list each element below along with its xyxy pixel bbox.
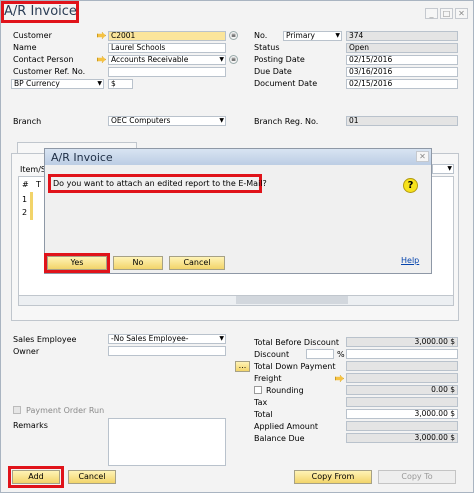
balance-due-label: Balance Due: [254, 434, 305, 443]
chevron-down-icon: ▼: [219, 117, 224, 124]
rounding-label: Rounding: [266, 386, 304, 395]
add-button[interactable]: Add: [12, 470, 60, 484]
cancel-button[interactable]: Cancel: [68, 470, 116, 484]
total-before-discount-field: 3,000.00 $: [346, 337, 458, 347]
status-field: Open: [346, 43, 458, 53]
grid-col-type: T: [36, 180, 41, 189]
copy-to-button[interactable]: Copy To: [378, 470, 456, 484]
total-before-discount-label: Total Before Discount: [254, 338, 340, 347]
tax-field: [346, 397, 458, 407]
name-field[interactable]: Laurel Schools: [108, 43, 226, 53]
discount-percent-field[interactable]: [306, 349, 334, 359]
payment-order-checkbox[interactable]: [13, 406, 21, 414]
help-link[interactable]: Help: [401, 256, 419, 265]
currency-type-value: BP Currency: [14, 79, 60, 88]
grid-row-number: 1: [22, 195, 28, 204]
sales-employee-label: Sales Employee: [13, 335, 77, 344]
total-down-payment-label: Total Down Payment: [254, 362, 336, 371]
currency-type-select[interactable]: BP Currency ▼: [11, 79, 104, 89]
owner-label: Owner: [13, 347, 40, 356]
scrollbar-thumb[interactable]: [236, 296, 348, 304]
branch-value: OEC Computers: [111, 116, 171, 125]
ref-field[interactable]: [108, 67, 226, 77]
dialog-cancel-button[interactable]: Cancel: [169, 256, 225, 270]
contact-label: Contact Person: [13, 55, 74, 64]
contact-browse-icon[interactable]: ≡: [229, 55, 238, 64]
chevron-down-icon: ▼: [219, 56, 224, 63]
applied-amount-field: [346, 421, 458, 431]
sales-employee-value: -No Sales Employee-: [111, 334, 189, 343]
discount-label: Discount: [254, 350, 290, 359]
customer-label: Customer: [13, 31, 52, 40]
yes-button[interactable]: Yes: [47, 256, 107, 270]
percent-sign: %: [337, 350, 345, 359]
dialog-title: A/R Invoice: [51, 151, 113, 164]
chevron-down-icon: ▼: [335, 32, 340, 39]
series-value: Primary: [286, 31, 315, 40]
browse-icon[interactable]: ≡: [229, 31, 238, 40]
chevron-down-icon: ▼: [447, 165, 452, 172]
question-icon: ?: [403, 178, 418, 193]
freight-label: Freight: [254, 374, 282, 383]
down-payment-ellipsis-button[interactable]: ...: [235, 361, 250, 372]
freight-field: [346, 373, 458, 383]
due-date-label: Due Date: [254, 67, 292, 76]
owner-field[interactable]: [108, 346, 226, 356]
chevron-down-icon: ▼: [219, 335, 224, 342]
rounding-field: 0.00 $: [346, 385, 458, 395]
contact-value: Accounts Receivable: [111, 55, 189, 64]
tax-label: Tax: [254, 398, 268, 407]
series-select[interactable]: Primary ▼: [283, 31, 342, 41]
copy-from-button[interactable]: Copy From: [294, 470, 372, 484]
remarks-label: Remarks: [13, 421, 48, 430]
due-date-field[interactable]: 03/16/2016: [346, 67, 458, 77]
row-marker: [30, 192, 33, 220]
sales-employee-select[interactable]: -No Sales Employee- ▼: [108, 334, 226, 344]
branch-reg-label: Branch Reg. No.: [254, 117, 319, 126]
branch-reg-field: 01: [346, 116, 458, 126]
no-label: No.: [254, 31, 268, 40]
applied-amount-label: Applied Amount: [254, 422, 319, 431]
remarks-textarea[interactable]: [108, 418, 226, 466]
minimize-icon[interactable]: _: [425, 8, 438, 19]
document-date-label: Document Date: [254, 79, 318, 88]
posting-date-label: Posting Date: [254, 55, 305, 64]
total-label: Total: [254, 410, 273, 419]
summary-type-select[interactable]: ▼: [432, 164, 454, 174]
dialog-message: Do you want to attach an edited report t…: [53, 179, 267, 188]
status-label: Status: [254, 43, 280, 52]
customer-field[interactable]: C2001: [108, 31, 226, 41]
branch-label: Branch: [13, 117, 42, 126]
close-icon[interactable]: ✕: [455, 8, 468, 19]
maximize-icon[interactable]: □: [440, 8, 453, 19]
posting-date-field[interactable]: 02/15/2016: [346, 55, 458, 65]
discount-amount-field[interactable]: [346, 349, 458, 359]
doc-number-field[interactable]: 374: [346, 31, 458, 41]
dialog-close-icon[interactable]: ✕: [416, 151, 429, 162]
no-button[interactable]: No: [113, 256, 163, 270]
chevron-down-icon: ▼: [97, 80, 102, 87]
total-field[interactable]: 3,000.00 $: [346, 409, 458, 419]
currency-field[interactable]: $: [108, 79, 133, 89]
balance-due-field: 3,000.00 $: [346, 433, 458, 443]
rounding-checkbox[interactable]: [254, 386, 262, 394]
document-date-field[interactable]: 02/15/2016: [346, 79, 458, 89]
payment-order-label: Payment Order Run: [26, 406, 105, 415]
ref-label: Customer Ref. No.: [13, 67, 86, 76]
window-title: A/R Invoice: [4, 4, 77, 19]
grid-col-hash: #: [22, 180, 29, 189]
contact-select[interactable]: Accounts Receivable ▼: [108, 55, 226, 65]
item-service-label: Item/S: [20, 165, 46, 174]
confirm-dialog: A/R Invoice ✕ Do you want to attach an e…: [44, 148, 432, 274]
total-down-payment-field: [346, 361, 458, 371]
branch-select[interactable]: OEC Computers ▼: [108, 116, 226, 126]
name-label: Name: [13, 43, 37, 52]
grid-row-number: 2: [22, 208, 28, 217]
